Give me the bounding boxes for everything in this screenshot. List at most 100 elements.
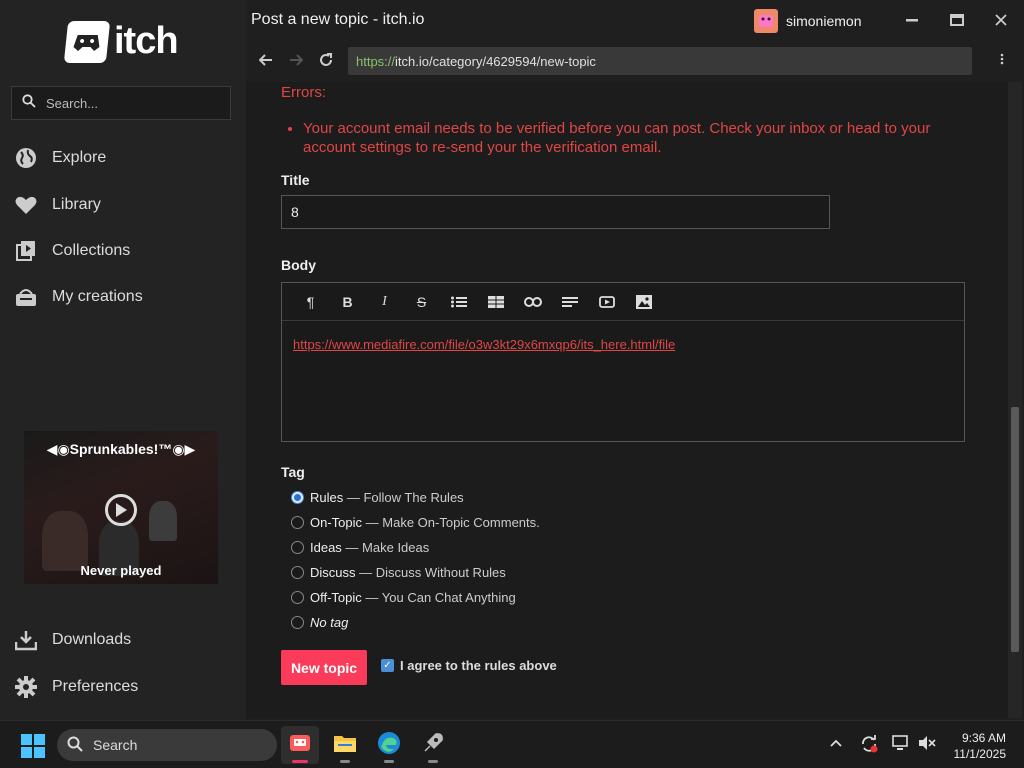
- sidebar-item-collections[interactable]: Collections: [14, 239, 130, 263]
- itch-app: itch Explore Library Collections: [0, 0, 1024, 720]
- clock-time: 9:36 AM: [961, 731, 1006, 745]
- window-title: Post a new topic - itch.io: [251, 11, 425, 28]
- error-list: Your account email needs to be verified …: [303, 119, 953, 157]
- tag-desc: Make Ideas: [362, 540, 430, 555]
- strikethrough-icon[interactable]: S: [403, 287, 440, 317]
- sidebar-item-my-creations[interactable]: My creations: [14, 285, 143, 309]
- tag-desc: Follow The Rules: [363, 490, 464, 505]
- itch-logo[interactable]: itch: [63, 20, 179, 63]
- tag-name: Rules: [310, 490, 344, 505]
- sidebar-search-input[interactable]: [46, 95, 206, 111]
- image-icon[interactable]: [625, 287, 662, 317]
- new-topic-button[interactable]: New topic: [281, 650, 367, 685]
- back-button[interactable]: [256, 50, 276, 70]
- radio-button[interactable]: [291, 491, 304, 504]
- tag-option-no-tag[interactable]: No tag: [291, 615, 348, 630]
- tag-separator: —: [362, 515, 383, 530]
- tag-name: Ideas: [310, 540, 342, 555]
- game-status: Never played: [80, 563, 162, 578]
- taskbar-search[interactable]: Search: [57, 729, 277, 761]
- gamepad-icon: [63, 20, 111, 63]
- tag-name: No tag: [310, 615, 349, 630]
- tag-separator: —: [355, 565, 376, 580]
- url-protocol: https://: [356, 53, 396, 69]
- radio-button[interactable]: [291, 616, 304, 629]
- sidebar-item-label: Preferences: [52, 678, 139, 695]
- collections-icon: [14, 239, 38, 263]
- agree-checkbox[interactable]: ✓: [381, 659, 394, 672]
- username: simoniemon: [786, 13, 862, 29]
- tag-option-on-topic[interactable]: On-Topic — Make On-Topic Comments.: [291, 515, 540, 530]
- forward-button[interactable]: [286, 50, 306, 70]
- address-bar[interactable]: https:// itch.io/category/4629594/new-to…: [348, 47, 972, 75]
- tag-label: Tag: [281, 464, 305, 480]
- sidebar-item-preferences[interactable]: Preferences: [14, 675, 138, 699]
- radio-button[interactable]: [291, 566, 304, 579]
- paragraph-icon[interactable]: ¶: [292, 287, 329, 317]
- chevron-up-icon[interactable]: [830, 735, 842, 751]
- running-indicator: [428, 760, 438, 763]
- body-editor[interactable]: ¶ B I S https://www.mediafire.com/file/o…: [281, 282, 965, 442]
- windows-start-icon[interactable]: [21, 734, 45, 763]
- game-card[interactable]: ◀◉Sprunkables!™◉▶ Never played: [24, 431, 218, 584]
- taskbar-edge[interactable]: [370, 726, 408, 764]
- sidebar-item-label: Library: [52, 196, 101, 213]
- taskbar-itch-app[interactable]: [281, 726, 319, 764]
- radio-button[interactable]: [291, 591, 304, 604]
- globe-icon: [14, 146, 38, 170]
- game-art-figure: [149, 501, 177, 541]
- taskbar-app[interactable]: [414, 726, 452, 764]
- tag-desc: Make On-Topic Comments.: [382, 515, 540, 530]
- radio-button[interactable]: [291, 541, 304, 554]
- folder-icon: [333, 733, 357, 758]
- gear-icon: [14, 675, 38, 699]
- italic-icon[interactable]: I: [366, 287, 403, 317]
- sidebar: itch Explore Library Collections: [0, 0, 246, 720]
- sidebar-item-library[interactable]: Library: [14, 193, 101, 217]
- sync-icon[interactable]: [860, 735, 878, 756]
- link-icon[interactable]: [514, 287, 551, 317]
- user-menu[interactable]: simoniemon: [754, 9, 861, 33]
- reload-button[interactable]: [316, 50, 336, 70]
- sidebar-item-explore[interactable]: Explore: [14, 146, 106, 170]
- tag-option-discuss[interactable]: Discuss — Discuss Without Rules: [291, 565, 506, 580]
- taskbar-file-explorer[interactable]: [326, 726, 364, 764]
- tag-separator: —: [361, 590, 382, 605]
- title-input[interactable]: [281, 195, 830, 229]
- running-indicator: [340, 760, 350, 763]
- tag-option-off-topic[interactable]: Off-Topic — You Can Chat Anything: [291, 590, 516, 605]
- sidebar-item-label: Collections: [52, 242, 131, 259]
- tag-separator: —: [343, 490, 364, 505]
- close-button[interactable]: [988, 8, 1014, 32]
- scroll-thumb[interactable]: [1011, 407, 1019, 652]
- tag-option-rules[interactable]: Rules — Follow The Rules: [291, 490, 464, 505]
- bullet-list-icon[interactable]: [440, 287, 477, 317]
- search-icon: [22, 93, 36, 113]
- system-clock[interactable]: 9:36 AM 11/1/2025: [944, 730, 1007, 762]
- errors-title: Errors:: [281, 84, 326, 101]
- agree-rules[interactable]: ✓ I agree to the rules above: [381, 658, 557, 673]
- maximize-button[interactable]: [944, 8, 970, 32]
- radio-button[interactable]: [291, 516, 304, 529]
- bold-icon[interactable]: B: [329, 287, 366, 317]
- agree-label: I agree to the rules above: [400, 658, 557, 673]
- volume-muted-icon[interactable]: [918, 735, 936, 754]
- network-icon[interactable]: [892, 735, 910, 754]
- itch-app-icon: [289, 733, 311, 758]
- align-icon[interactable]: [551, 287, 588, 317]
- logo-text: itch: [114, 20, 179, 62]
- sidebar-search[interactable]: [11, 86, 231, 120]
- table-icon[interactable]: [477, 287, 514, 317]
- tag-option-ideas[interactable]: Ideas — Make Ideas: [291, 540, 429, 555]
- more-menu-icon[interactable]: [1000, 52, 1004, 68]
- sidebar-item-downloads[interactable]: Downloads: [14, 628, 131, 652]
- scrollbar[interactable]: [1008, 82, 1022, 718]
- body-link[interactable]: https://www.mediafire.com/file/o3w3kt29x…: [293, 337, 675, 352]
- body-label: Body: [281, 257, 316, 273]
- minimize-button[interactable]: [899, 8, 925, 32]
- rocket-icon: [422, 732, 444, 759]
- tag-name: Discuss: [310, 565, 356, 580]
- play-icon[interactable]: [105, 494, 137, 526]
- video-icon[interactable]: [588, 287, 625, 317]
- clock-date: 11/1/2025: [953, 747, 1007, 761]
